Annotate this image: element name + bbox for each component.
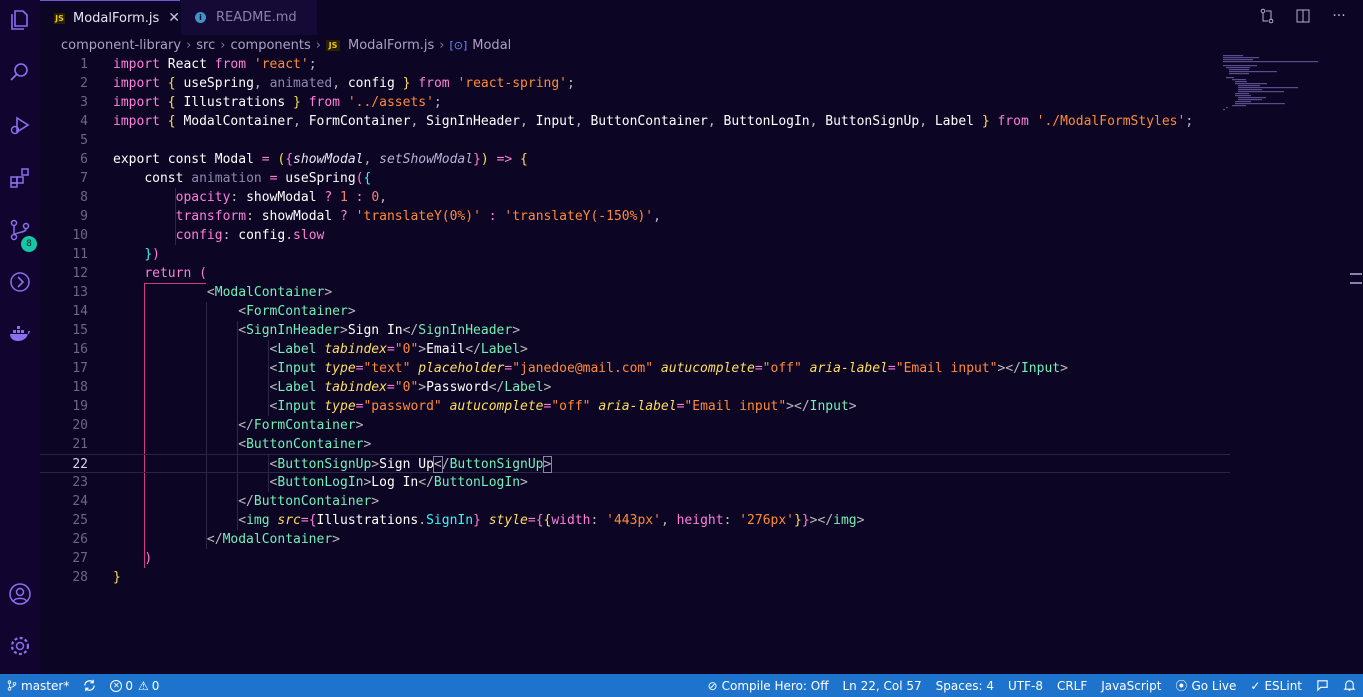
code-line: 11 }) — [72, 247, 160, 262]
breadcrumb: component-library › src › components › J… — [61, 36, 511, 54]
code-line: 6 export const Modal = ({showModal, setSh… — [80, 152, 528, 167]
docker-icon[interactable] — [0, 314, 40, 354]
compare-changes-icon[interactable] — [1257, 6, 1277, 26]
code-line: 24 </ButtonContainer> — [72, 494, 380, 509]
code-line: 25 <img src={Illustrations.SignIn} style… — [72, 513, 865, 528]
indentation[interactable]: Spaces: 4 — [929, 679, 1001, 693]
error-count: 0 — [125, 678, 133, 693]
notifications-bell-icon[interactable] — [1336, 679, 1363, 692]
encoding[interactable]: UTF-8 — [1001, 679, 1050, 693]
code-line: 23 <ButtonLogIn>Log In</ButtonLogIn> — [72, 475, 528, 490]
compile-hero-label: Compile Hero: Off — [721, 678, 829, 693]
go-live-label: Go Live — [1191, 678, 1237, 693]
activity-bar: 8 — [0, 0, 40, 674]
warning-icon: ⚠ — [137, 678, 149, 693]
code-line: 20 </FormContainer> — [72, 418, 364, 433]
symbol-variable-icon: [⊙] — [449, 38, 468, 52]
branch-indicator[interactable]: master* — [0, 679, 76, 693]
tab-bar: JS ModalForm.js ✕ i README.md ··· — [40, 0, 1363, 35]
problems-indicator[interactable]: ✕ 0 ⚠ 0 — [103, 679, 166, 693]
source-control-badge: 8 — [21, 236, 37, 252]
code-line: 4 import { ModalContainer, FormContainer,… — [80, 114, 1194, 129]
close-icon[interactable]: ✕ — [168, 10, 180, 26]
source-control-icon[interactable]: 8 — [0, 210, 40, 252]
chevron-right-icon: › — [439, 37, 445, 53]
code-line: 10 config: config.slow — [72, 228, 325, 243]
feedback-icon[interactable] — [1309, 679, 1336, 692]
tab-label: ModalForm.js — [73, 10, 160, 26]
compile-hero-toggle[interactable]: ⊘ Compile Hero: Off — [701, 679, 836, 693]
code-line: 21 <ButtonContainer> — [72, 437, 372, 452]
code-line: 1 import React from 'react'; — [80, 57, 317, 72]
tab-readme[interactable]: i README.md — [181, 0, 317, 35]
extensions-icon[interactable] — [0, 158, 40, 198]
status-bar: master* ✕ 0 ⚠ 0 ⊘ Compile Hero: Off Ln 2… — [0, 674, 1363, 697]
chevron-right-icon: › — [220, 37, 226, 53]
account-icon[interactable] — [0, 574, 40, 614]
code-line: 12 return ( — [72, 266, 207, 281]
code-line: 14 <FormContainer> — [72, 304, 356, 319]
go-live-button[interactable]: ⦿ Go Live — [1168, 677, 1243, 694]
settings-gear-icon[interactable] — [0, 626, 40, 666]
language-mode[interactable]: JavaScript — [1094, 679, 1168, 693]
code-editor[interactable]: 1 import React from 'react'; 2 import { us… — [40, 55, 1363, 674]
code-line: 26 </ModalContainer> — [72, 532, 340, 547]
explorer-icon[interactable] — [0, 0, 40, 40]
warning-count: 0 — [151, 678, 160, 693]
tab-modalform[interactable]: JS ModalForm.js ✕ — [40, 0, 180, 35]
code-line: 16 <Label tabindex="0">Email</Label> — [72, 342, 528, 357]
code-line: 13 <ModalContainer> — [72, 285, 333, 300]
end-of-line[interactable]: CRLF — [1050, 679, 1094, 693]
code-line: 5 — [80, 133, 88, 148]
eslint-status[interactable]: ✓ ESLint — [1243, 679, 1309, 693]
scroll-cursor-marker — [1350, 282, 1362, 284]
code-line: 3 import { Illustrations } from '../asset… — [80, 95, 442, 110]
code-line: 17 <Input type="text" placeholder="janed… — [72, 361, 1068, 376]
code-line: 9 transform: showModal ? 'translateY(0%)… — [80, 209, 661, 224]
code-line: 27 ) — [72, 551, 153, 566]
breadcrumb-file[interactable]: ModalForm.js — [348, 38, 434, 53]
info-icon: i — [195, 12, 206, 23]
scroll-cursor-marker — [1350, 273, 1362, 275]
js-file-icon: JS — [325, 39, 340, 51]
breadcrumb-folder[interactable]: components — [230, 38, 310, 53]
minimap[interactable] — [1223, 55, 1323, 115]
cursor-position[interactable]: Ln 22, Col 57 — [836, 679, 929, 693]
code-line: 18 <Label tabindex="0">Password</Label> — [72, 380, 552, 395]
code-line: 19 <Input type="password" autucomplete="… — [72, 399, 857, 414]
broadcast-icon: ⦿ — [1175, 679, 1188, 693]
search-icon[interactable] — [0, 52, 40, 92]
eye-slash-icon: ⊘ — [707, 678, 718, 693]
tab-label: README.md — [216, 10, 297, 25]
sync-icon[interactable] — [76, 679, 103, 692]
vertical-scrollbar[interactable] — [1349, 55, 1363, 674]
more-actions-icon[interactable]: ··· — [1329, 6, 1349, 26]
split-editor-icon[interactable] — [1293, 6, 1313, 26]
git-branch-icon — [7, 680, 17, 691]
code-line: 8 opacity: showModal ? 1 : 0, — [80, 190, 387, 205]
debug-icon[interactable] — [0, 105, 40, 145]
breadcrumb-symbol[interactable]: Modal — [472, 38, 511, 53]
breadcrumb-folder[interactable]: src — [196, 38, 215, 53]
chevron-right-icon: › — [186, 37, 192, 53]
git-graph-icon[interactable] — [0, 262, 40, 302]
code-line: 7 const animation = useSpring({ — [80, 171, 372, 186]
check-icon: ✓ — [1250, 678, 1261, 693]
code-line: 2 import { useSpring, animated, config } … — [80, 76, 575, 91]
error-icon: ✕ — [110, 679, 123, 692]
eslint-label: ESLint — [1264, 678, 1302, 693]
code-line-current: 22 <ButtonSignUp>Sign Up</ButtonSignUp> — [40, 454, 1230, 473]
chevron-right-icon: › — [315, 37, 321, 53]
branch-name: master* — [21, 678, 70, 693]
js-file-icon: JS — [54, 12, 65, 24]
code-line: 15 <SignInHeader>Sign In</SignInHeader> — [72, 323, 521, 338]
breadcrumb-folder[interactable]: component-library — [61, 38, 181, 53]
code-line: 28} — [72, 570, 121, 585]
